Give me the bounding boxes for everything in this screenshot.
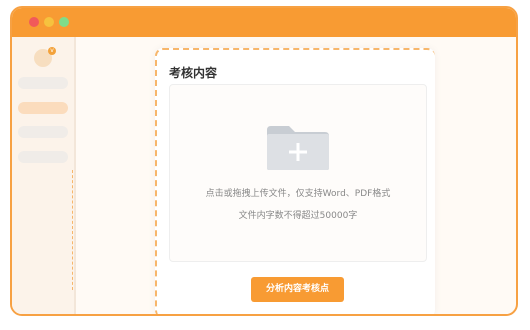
sidebar-item-4[interactable] <box>18 151 68 163</box>
sidebar-item-3[interactable] <box>18 126 68 138</box>
sidebar: v <box>12 37 76 314</box>
analyze-content-button[interactable]: 分析内容考核点 <box>251 277 344 302</box>
upload-hint-word-limit: 文件内字数不得超过50000字 <box>238 211 358 221</box>
folder-plus-icon <box>267 126 329 170</box>
close-window-button[interactable] <box>29 17 39 27</box>
minimize-window-button[interactable] <box>44 17 54 27</box>
title-bar <box>12 8 516 37</box>
content-card: 考核内容 点击或拖拽上传文件，仅支持Word、PDF格式 文件内字数不得超过50… <box>155 48 435 314</box>
card-title: 考核内容 <box>169 66 218 80</box>
app-window: v 考核内容 点击或拖拽上传文件，仅支持Word、PDF格式 文件内字数不得超过… <box>10 6 518 316</box>
sidebar-item-1[interactable] <box>18 77 68 89</box>
avatar-badge: v <box>48 47 56 55</box>
sidebar-item-2-active[interactable] <box>18 102 68 114</box>
dashed-divider <box>72 170 73 290</box>
upload-dropzone[interactable]: 点击或拖拽上传文件，仅支持Word、PDF格式 文件内字数不得超过50000字 <box>169 84 427 262</box>
upload-hint-formats: 点击或拖拽上传文件，仅支持Word、PDF格式 <box>205 189 391 199</box>
maximize-window-button[interactable] <box>59 17 69 27</box>
